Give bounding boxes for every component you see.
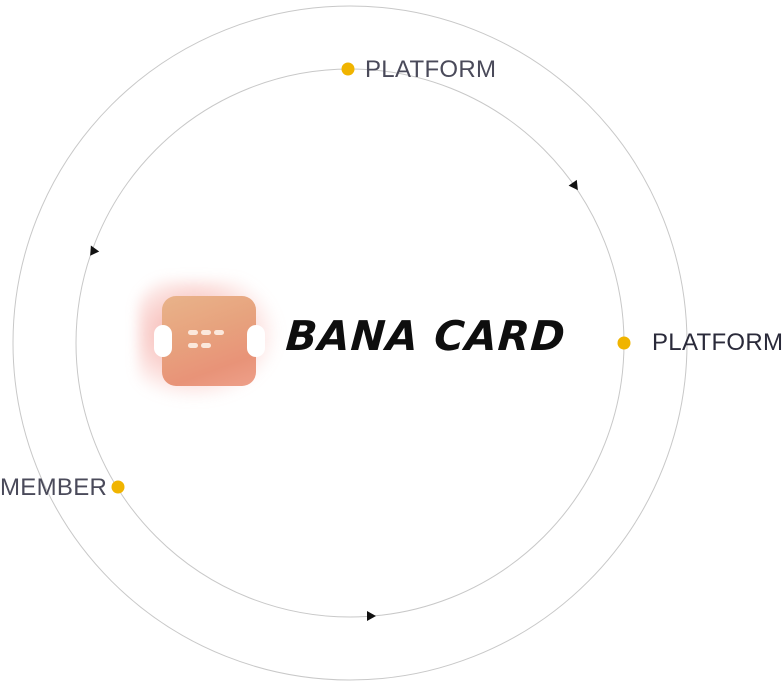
- flow-arrow-icon-upper-right: [568, 179, 578, 191]
- flow-arrow-icon-bottom: [367, 611, 376, 621]
- flow-arrow-icon-left: [90, 245, 100, 256]
- cycle-diagram: PLATFORM PLATFORM MEMBER BANA CARD: [0, 0, 784, 685]
- node-dot-member: [111, 480, 125, 494]
- logo-dash: [214, 330, 224, 335]
- node-dot-top: [341, 62, 355, 76]
- logo-dash: [188, 330, 198, 335]
- node-label-platform-top: PLATFORM: [365, 56, 497, 83]
- node-label-platform-right: PLATFORM: [652, 329, 784, 356]
- logo-dash: [188, 343, 198, 348]
- brand-title: BANA CARD: [284, 312, 568, 360]
- logo-dash: [201, 330, 211, 335]
- node-label-member: MEMBER: [0, 474, 108, 501]
- logo-notch-right: [247, 325, 265, 357]
- logo-dash: [201, 343, 211, 348]
- logo-notch-left: [154, 325, 172, 357]
- logo-card-body: [162, 296, 256, 386]
- node-dot-right: [617, 336, 631, 350]
